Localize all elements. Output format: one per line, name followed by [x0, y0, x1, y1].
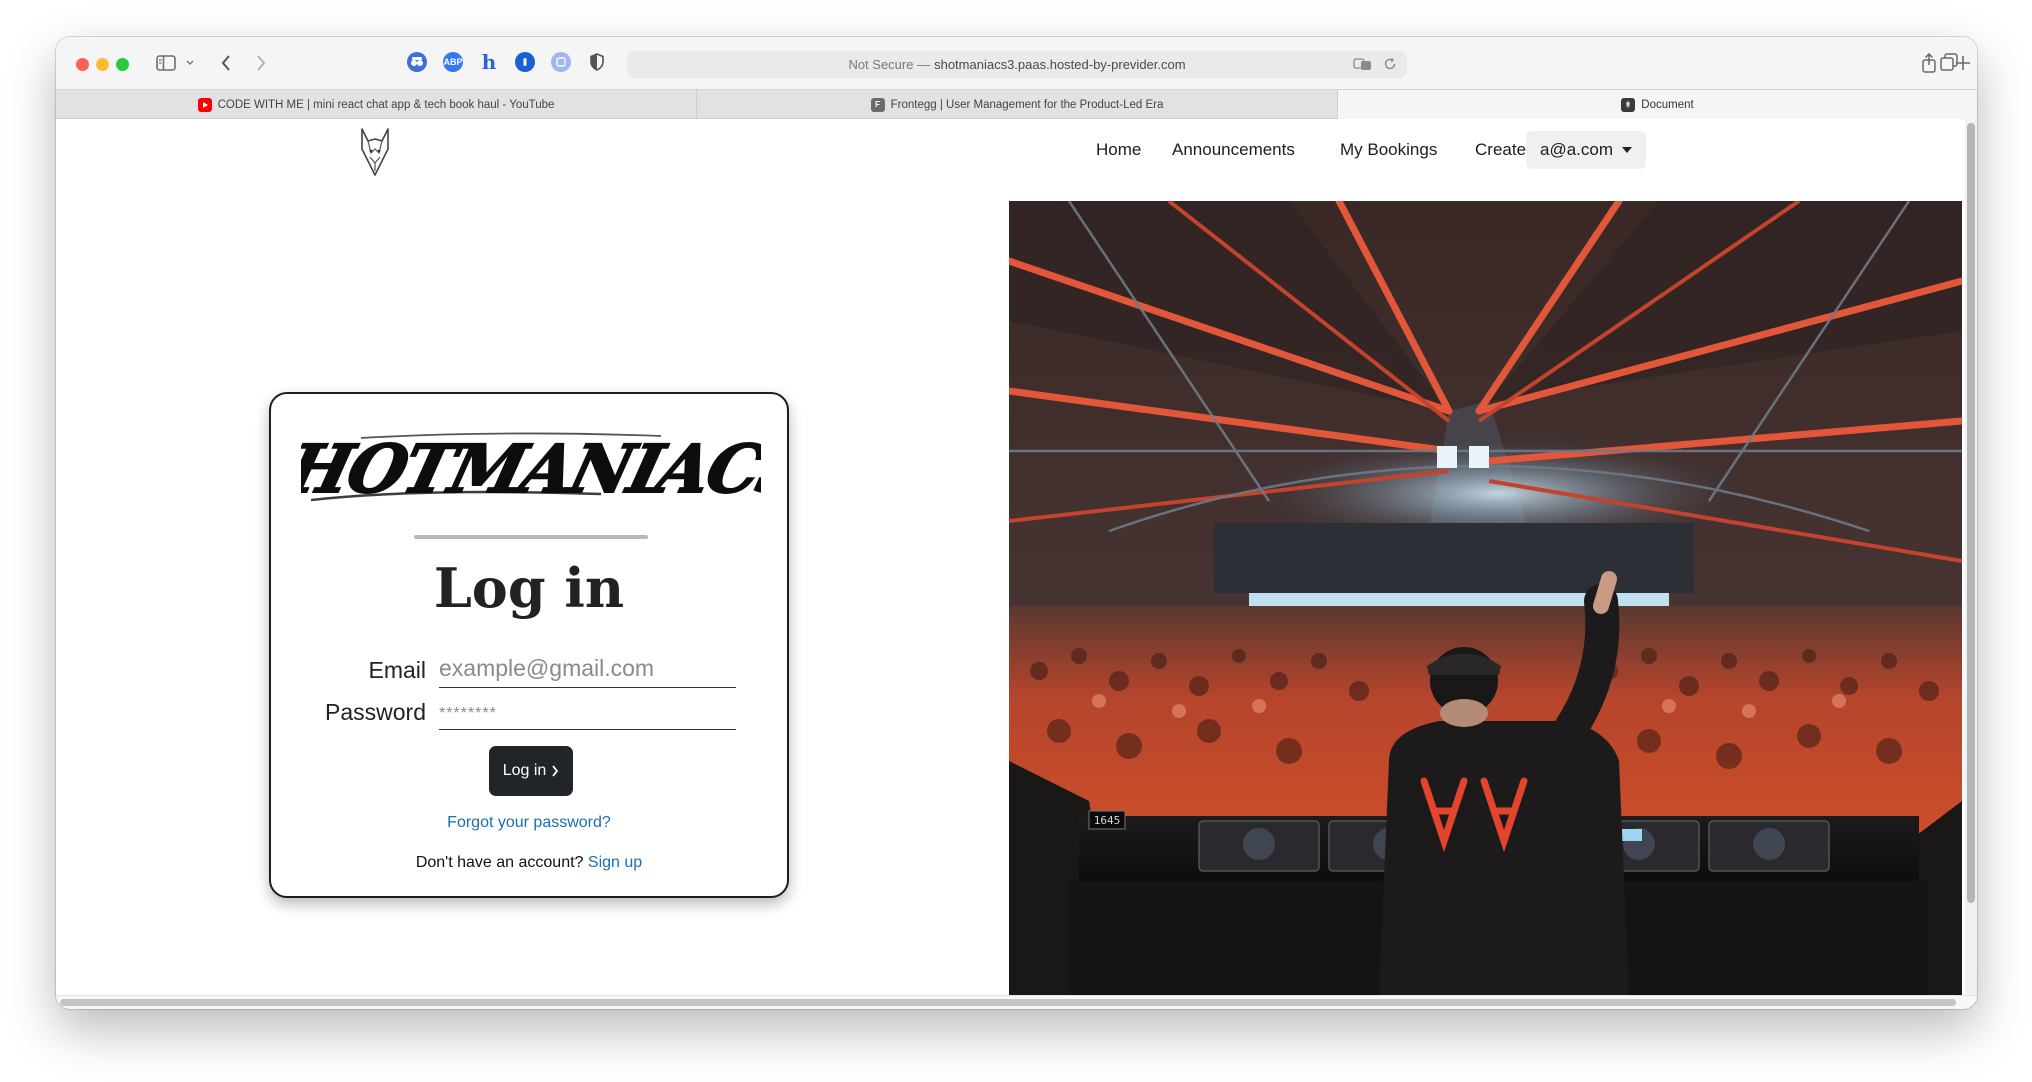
password-label: Password — [325, 699, 426, 725]
shield-icon[interactable] — [587, 52, 607, 72]
nav-announcements[interactable]: Announcements — [1172, 131, 1295, 169]
reload-icon[interactable] — [1383, 57, 1397, 74]
abp-icon[interactable]: ABP — [443, 52, 463, 72]
document-icon — [1621, 97, 1636, 112]
wolf-logo-icon[interactable] — [358, 127, 392, 177]
url-text: shotmaniacs3.paas.hosted-by-previder.com — [934, 57, 1186, 72]
shotmaniacs-brand-logo: SHOTMANIACS. — [233, 422, 834, 514]
tab-frontegg[interactable]: F Frontegg | User Management for the Pro… — [697, 90, 1338, 119]
back-icon[interactable] — [216, 51, 236, 75]
sidebar-menu-chevron-icon[interactable] — [184, 51, 196, 75]
onepassword-icon[interactable] — [515, 52, 535, 72]
no-account-text: Don't have an account? — [415, 854, 584, 871]
title-divider — [414, 535, 648, 539]
user-email: a@a.com — [1539, 140, 1613, 159]
honey-h-icon[interactable]: h — [479, 50, 499, 74]
nav-home[interactable]: Home — [1096, 131, 1141, 169]
share-icon[interactable] — [1918, 51, 1940, 75]
login-card: SHOTMANIACS. Log in Email Password Log i… — [233, 392, 834, 898]
browser-toolbar: ABP h Not Secure — shotmaniacs3.paas.hos… — [56, 37, 1977, 89]
sidebar-toggle-icon[interactable] — [154, 51, 178, 75]
signup-row: Don't have an account? Sign up — [271, 854, 787, 872]
chevron-right-icon — [551, 765, 559, 777]
maximize-window-button[interactable] — [116, 58, 129, 71]
translate-extension-icon[interactable] — [551, 52, 571, 72]
frontegg-icon: F — [870, 97, 885, 112]
email-field[interactable] — [439, 650, 736, 688]
signup-link[interactable]: Sign up — [588, 854, 642, 871]
forgot-password-link[interactable]: Forgot your password? — [271, 814, 787, 832]
address-bar[interactable]: Not Secure — shotmaniacs3.paas.hosted-by… — [627, 51, 1407, 78]
security-label: Not Secure — — [848, 57, 931, 72]
translate-icon[interactable] — [1353, 56, 1373, 75]
user-dropdown[interactable]: a@a.com — [1526, 131, 1646, 169]
hero-concert-image: 1645 — [1009, 201, 1962, 995]
nav-my-bookings[interactable]: My Bookings — [1340, 131, 1437, 169]
tab-title: CODE WITH ME | mini react chat app & tec… — [217, 98, 555, 111]
nav-home-link[interactable]: Home — [1096, 140, 1141, 160]
email-label: Email — [368, 657, 426, 683]
tab-title: Document — [1641, 98, 1694, 111]
page-content: Home Announcements My Bookings Create Bo… — [56, 119, 1962, 995]
horizontal-scroll-thumb[interactable] — [60, 999, 1956, 1006]
privacy-extension-icon[interactable] — [407, 52, 427, 72]
deck-clock: 1645 — [1094, 814, 1121, 827]
forward-icon[interactable] — [251, 51, 271, 75]
youtube-icon — [197, 97, 212, 112]
close-window-button[interactable] — [76, 58, 89, 71]
vertical-scrollbar[interactable] — [1965, 119, 1977, 995]
tab-overview-icon[interactable] — [1939, 52, 1959, 77]
password-field[interactable] — [439, 692, 736, 730]
login-title: Log in — [433, 556, 625, 620]
nav-my-bookings-link[interactable]: My Bookings — [1340, 140, 1437, 160]
horizontal-scrollbar[interactable] — [56, 995, 1977, 1009]
caret-down-icon — [1622, 147, 1632, 153]
tab-bar: CODE WITH ME | mini react chat app & tec… — [56, 89, 1977, 119]
login-button[interactable]: Log in — [489, 746, 573, 796]
browser-window: ABP h Not Secure — shotmaniacs3.paas.hos… — [56, 37, 1977, 1009]
nav-announcements-link[interactable]: Announcements — [1172, 140, 1295, 160]
vertical-scroll-thumb[interactable] — [1967, 123, 1975, 903]
tab-document[interactable]: Document — [1338, 90, 1977, 119]
tab-title: Frontegg | User Management for the Produ… — [890, 98, 1164, 111]
login-button-label: Log in — [502, 762, 547, 779]
tab-youtube[interactable]: CODE WITH ME | mini react chat app & tec… — [56, 90, 697, 119]
minimize-window-button[interactable] — [96, 58, 109, 71]
